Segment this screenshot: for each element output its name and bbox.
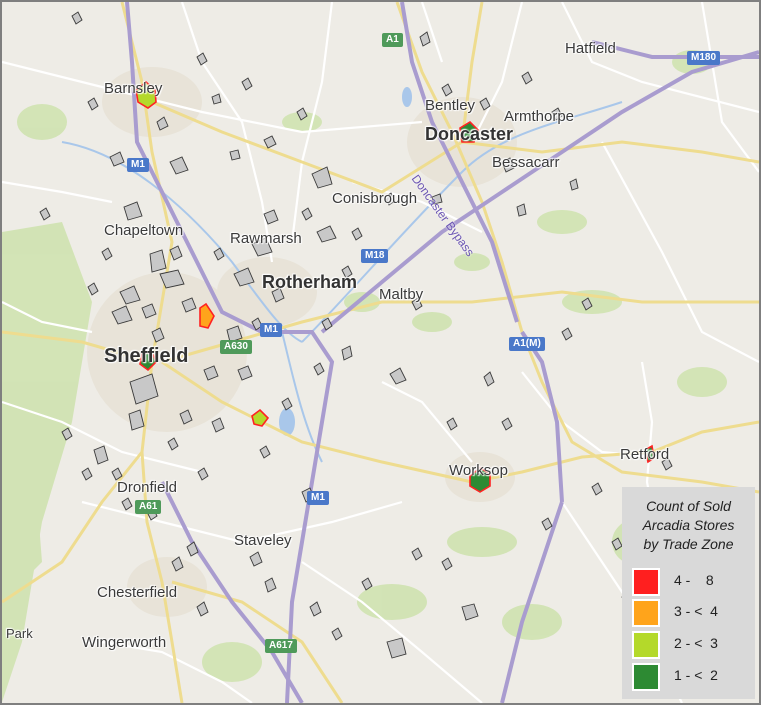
road-shield-a61: A61 — [135, 500, 162, 514]
place-label-armthorpe: Armthorpe — [504, 108, 575, 125]
legend-label: 4 - 8 — [674, 572, 714, 588]
map-frame: Barnsley Bentley Doncaster Armthorpe Hat… — [0, 0, 761, 705]
legend-label: 2 - < 3 — [674, 635, 718, 651]
road-shield-m1-south: M1 — [307, 491, 329, 505]
road-shield-m1-north: M1 — [127, 158, 149, 172]
place-label-maltby: Maltby — [379, 286, 424, 303]
place-label-bessacarr: Bessacarr — [492, 154, 560, 171]
place-label-retford: Retford — [620, 446, 670, 463]
legend-item: 4 - 8 — [632, 568, 752, 596]
legend-title-line: Count of Sold — [646, 498, 731, 514]
legend-swatch — [632, 663, 660, 691]
legend-swatch — [632, 568, 660, 596]
place-label-worksop: Worksop — [449, 462, 508, 479]
legend-swatch — [632, 599, 660, 627]
legend-label: 3 - < 4 — [674, 603, 718, 619]
legend-item: 1 - < 2 — [632, 663, 752, 691]
road-shield-a630: A630 — [220, 340, 252, 354]
legend-swatch — [632, 631, 660, 659]
road-shield-a1m: A1(M) — [509, 337, 545, 351]
place-label-barnsley: Barnsley — [104, 80, 163, 97]
road-shield-m18: M18 — [361, 249, 389, 263]
place-label-rotherham: Rotherham — [262, 272, 358, 292]
place-label-park: Park — [6, 626, 33, 641]
place-label-chesterfield: Chesterfield — [97, 584, 178, 601]
place-label-wingerworth: Wingerworth — [82, 634, 167, 651]
road-shield-m1-central: M1 — [260, 323, 282, 337]
road-shield-m180: M180 — [687, 51, 721, 65]
place-label-conisbrough: Conisbrough — [332, 190, 418, 207]
legend-item: 3 - < 4 — [632, 599, 752, 627]
legend-title: Count of Sold Arcadia Stores by Trade Zo… — [626, 497, 751, 554]
legend-title-line: Arcadia Stores — [642, 517, 735, 533]
place-label-rawmarsh: Rawmarsh — [230, 230, 302, 247]
legend-title-line: by Trade Zone — [643, 536, 734, 552]
legend: Count of Sold Arcadia Stores by Trade Zo… — [622, 487, 755, 699]
road-shield-a617: A617 — [265, 639, 297, 653]
legend-label: 1 - < 2 — [674, 667, 718, 683]
place-label-doncaster: Doncaster — [425, 124, 514, 144]
legend-item: 2 - < 3 — [632, 631, 752, 659]
place-label-dronfield: Dronfield — [117, 479, 178, 496]
place-label-chapeltown: Chapeltown — [104, 222, 184, 239]
place-label-hatfield: Hatfield — [565, 40, 616, 57]
place-label-staveley: Staveley — [234, 532, 292, 549]
road-shield-a1: A1 — [382, 33, 403, 47]
place-label-bentley: Bentley — [425, 97, 476, 114]
place-label-sheffield: Sheffield — [104, 345, 189, 367]
